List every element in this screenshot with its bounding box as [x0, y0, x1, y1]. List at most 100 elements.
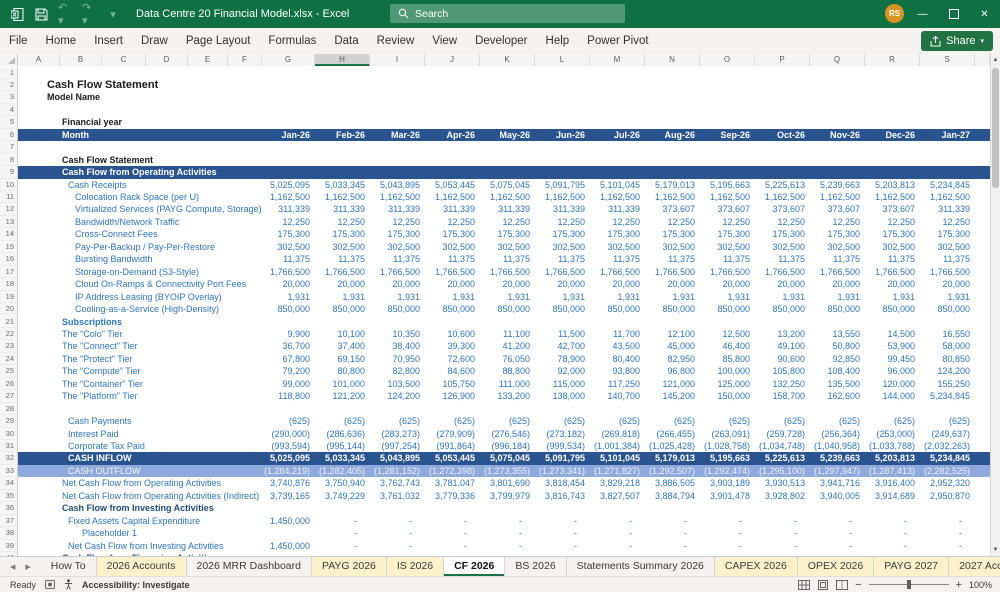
- cell[interactable]: -: [590, 540, 645, 552]
- row-header-29[interactable]: 29: [0, 415, 18, 428]
- cell[interactable]: 302,500: [480, 241, 535, 253]
- cell[interactable]: 1,766,500: [920, 266, 975, 278]
- cell[interactable]: 12,100: [645, 328, 700, 340]
- cell[interactable]: 16,550: [920, 328, 975, 340]
- cell[interactable]: 5,195,663: [700, 179, 755, 191]
- cell[interactable]: Sep-26: [700, 129, 755, 141]
- cell[interactable]: -: [810, 540, 865, 552]
- sheet-nav-right-icon[interactable]: ▶: [25, 563, 30, 571]
- cell[interactable]: 76,050: [480, 353, 535, 365]
- cell[interactable]: 2,950,870: [920, 490, 975, 502]
- cell[interactable]: 175,300: [425, 228, 480, 240]
- cell-label-the-connect-tier[interactable]: The "Connect" Tier: [62, 340, 137, 352]
- cell[interactable]: 20,000: [315, 278, 370, 290]
- cell[interactable]: 302,500: [865, 241, 920, 253]
- row-header-22[interactable]: 22: [0, 327, 18, 341]
- cell[interactable]: 311,339: [370, 203, 425, 215]
- cell[interactable]: 100,000: [700, 365, 755, 377]
- cell[interactable]: 311,339: [425, 203, 480, 215]
- cell[interactable]: (1,040,958): [810, 440, 865, 452]
- cell[interactable]: 3,816,743: [535, 490, 590, 502]
- cell[interactable]: 37,400: [315, 340, 370, 352]
- cell[interactable]: 11,375: [370, 253, 425, 265]
- cell[interactable]: 302,500: [700, 241, 755, 253]
- cell[interactable]: 175,300: [755, 228, 810, 240]
- ribbon-tab-data[interactable]: Data: [325, 28, 367, 54]
- sheet-tab-2026-accounts[interactable]: 2026 Accounts: [96, 557, 187, 576]
- cell[interactable]: (993,594): [262, 440, 315, 452]
- cell[interactable]: 20,000: [535, 278, 590, 290]
- ribbon-tab-review[interactable]: Review: [368, 28, 424, 54]
- cell[interactable]: 105,800: [755, 365, 810, 377]
- cell[interactable]: 5,239,663: [810, 452, 865, 464]
- cell[interactable]: 1,766,500: [700, 266, 755, 278]
- cell[interactable]: 118,800: [262, 390, 315, 402]
- cell[interactable]: 373,607: [700, 203, 755, 215]
- cell[interactable]: -: [315, 540, 370, 552]
- cell[interactable]: 302,500: [535, 241, 590, 253]
- row-header-21[interactable]: 21: [0, 315, 18, 328]
- cell[interactable]: 115,000: [535, 378, 590, 390]
- customize-qat-icon[interactable]: ▾: [106, 7, 120, 21]
- cell[interactable]: (1,272,398): [425, 465, 480, 477]
- row-header-27[interactable]: 27: [0, 390, 18, 403]
- column-header-c[interactable]: C: [102, 54, 146, 66]
- cell[interactable]: 850,000: [645, 303, 700, 315]
- cell[interactable]: -: [810, 527, 865, 539]
- cell[interactable]: (1,033,788): [865, 440, 920, 452]
- row-header-10[interactable]: 10: [0, 178, 18, 191]
- cell[interactable]: 5,025,095: [262, 179, 315, 191]
- cell[interactable]: 20,000: [865, 278, 920, 290]
- cell[interactable]: 5,179,013: [645, 452, 700, 464]
- cell[interactable]: 38,400: [370, 340, 425, 352]
- cell[interactable]: 11,700: [590, 328, 645, 340]
- cell[interactable]: 3,801,690: [480, 477, 535, 489]
- cell[interactable]: 850,000: [700, 303, 755, 315]
- cell[interactable]: Jul-26: [590, 129, 645, 141]
- cell[interactable]: 302,500: [755, 241, 810, 253]
- ribbon-tab-power-pivot[interactable]: Power Pivot: [578, 28, 657, 54]
- cell[interactable]: -: [865, 540, 920, 552]
- cell-label-the-compute-tier[interactable]: The "Compute" Tier: [62, 365, 140, 377]
- cell[interactable]: 126,900: [425, 390, 480, 402]
- cell[interactable]: 5,101,045: [590, 179, 645, 191]
- cell[interactable]: (1,284,219): [262, 465, 315, 477]
- ribbon-tab-page-layout[interactable]: Page Layout: [177, 28, 260, 54]
- cell[interactable]: 850,000: [535, 303, 590, 315]
- cell-label-ip-address-leasing-byoip-overlay[interactable]: IP Address Leasing (BYOIP Overlay): [75, 291, 222, 303]
- row-header-13[interactable]: 13: [0, 215, 18, 229]
- column-header-h[interactable]: H: [315, 54, 370, 66]
- cell-label-cooling-as-a-service-high-density[interactable]: Cooling-as-a-Service (High-Density): [75, 303, 219, 315]
- cell[interactable]: 124,200: [920, 365, 975, 377]
- cell[interactable]: 5,075,045: [480, 179, 535, 191]
- cell[interactable]: 132,250: [755, 378, 810, 390]
- column-header-o[interactable]: O: [700, 54, 755, 66]
- cell[interactable]: (249,637): [920, 428, 975, 440]
- cell[interactable]: 42,700: [535, 340, 590, 352]
- cell[interactable]: (253,000): [865, 428, 920, 440]
- cell[interactable]: -: [315, 527, 370, 539]
- cell[interactable]: Jan-27: [920, 129, 975, 141]
- cell[interactable]: 12,500: [700, 328, 755, 340]
- row-header-7[interactable]: 7: [0, 141, 18, 154]
- row-header-12[interactable]: 12: [0, 203, 18, 216]
- cell[interactable]: 1,766,500: [865, 266, 920, 278]
- cell[interactable]: 5,234,845: [920, 452, 975, 464]
- cell-label-cash-payments[interactable]: Cash Payments: [68, 415, 132, 427]
- cell[interactable]: 1,931: [645, 291, 700, 303]
- cell[interactable]: Oct-26: [755, 129, 810, 141]
- column-header-s[interactable]: S: [920, 54, 975, 66]
- vertical-scroll-thumb[interactable]: [992, 68, 999, 188]
- cell[interactable]: 5,053,445: [425, 179, 480, 191]
- cell[interactable]: 1,162,500: [645, 191, 700, 203]
- cell[interactable]: 82,800: [370, 365, 425, 377]
- cell[interactable]: 1,931: [425, 291, 480, 303]
- share-button[interactable]: Share ▾: [921, 31, 993, 51]
- cell[interactable]: (1,025,428): [645, 440, 700, 452]
- cell[interactable]: 302,500: [370, 241, 425, 253]
- cell[interactable]: 20,000: [480, 278, 535, 290]
- cell-label-financial-year[interactable]: Financial year: [62, 116, 122, 128]
- cell[interactable]: 1,931: [370, 291, 425, 303]
- cell[interactable]: 50,800: [810, 340, 865, 352]
- row-header-19[interactable]: 19: [0, 290, 18, 304]
